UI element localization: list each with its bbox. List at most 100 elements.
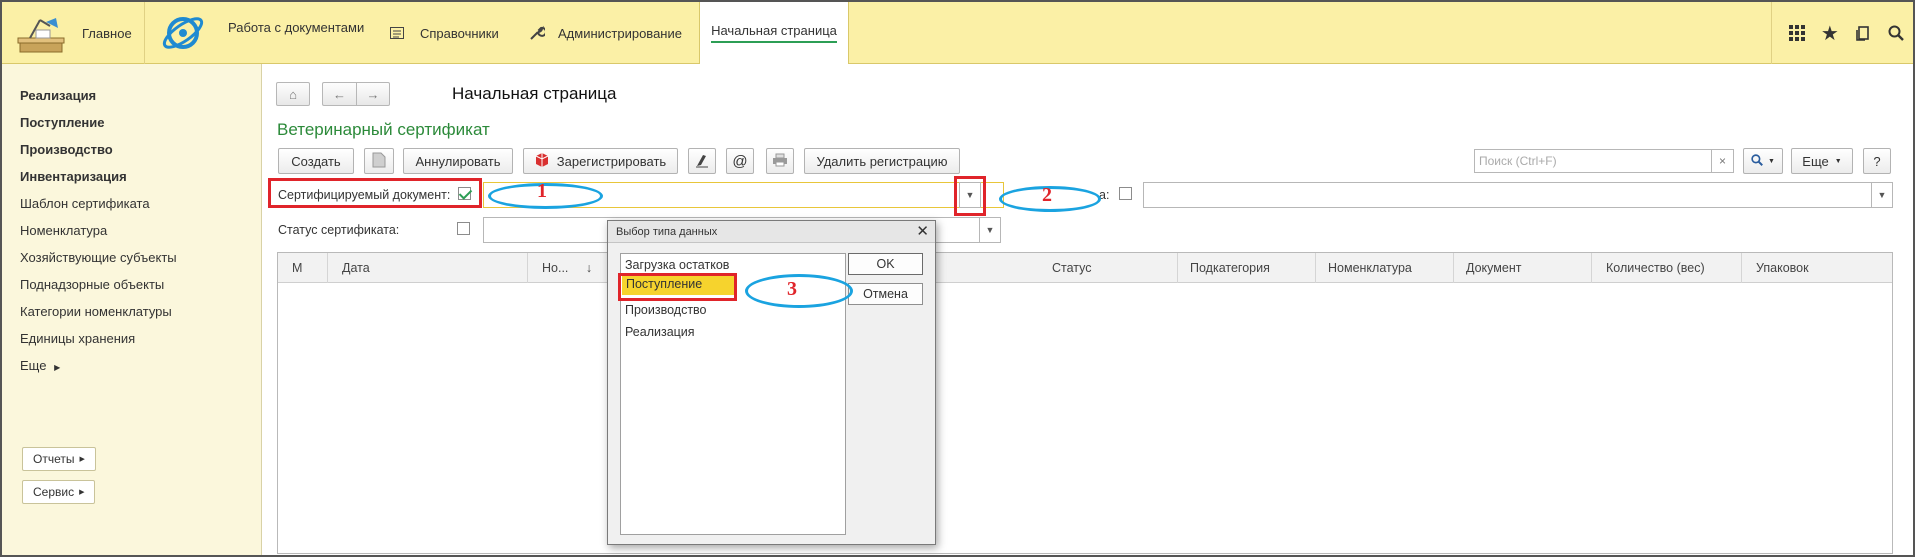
quill-icon bbox=[695, 152, 709, 171]
status-label: Статус сертификата: bbox=[278, 223, 400, 237]
section-admin[interactable]: Администрирование bbox=[529, 2, 682, 64]
copy-button[interactable] bbox=[364, 148, 394, 174]
sidebar-item-more[interactable]: Еще ▶ bbox=[20, 358, 60, 373]
column-header-nomenclature[interactable]: Номенклатура bbox=[1314, 253, 1454, 283]
sidebar-item-receipts[interactable]: Поступление bbox=[20, 115, 105, 130]
chevron-down-icon: ▼ bbox=[1768, 157, 1775, 165]
column-header-packages[interactable]: Упаковок bbox=[1742, 253, 1892, 283]
tab-start-page[interactable]: Начальная страница bbox=[699, 2, 849, 64]
search-options-button[interactable]: ▼ bbox=[1743, 148, 1783, 174]
sidebar-item-storage-units[interactable]: Единицы хранения bbox=[20, 331, 135, 346]
sidebar-item-inventory[interactable]: Инвентаризация bbox=[20, 169, 127, 184]
back-button[interactable]: ← bbox=[322, 82, 356, 106]
sidebar-item-business-entities[interactable]: Хозяйствующие субъекты bbox=[20, 250, 177, 265]
service-button[interactable]: Сервис ▶ bbox=[22, 480, 96, 504]
section-references-label: Справочники bbox=[420, 25, 499, 41]
chevron-down-icon: ▼ bbox=[1877, 190, 1887, 200]
list-icon bbox=[390, 26, 404, 40]
sidebar: Реализация Поступление Производство Инве… bbox=[2, 64, 262, 555]
sidebar-item-more-label: Еще bbox=[20, 358, 47, 373]
grid-menu-icon[interactable] bbox=[1780, 2, 1813, 64]
section-admin-label: Администрирование bbox=[558, 25, 682, 41]
reports-button-label: Отчеты bbox=[33, 452, 75, 466]
column-header-mark[interactable]: М bbox=[278, 253, 328, 283]
section-documents[interactable]: Работа с документами bbox=[158, 2, 364, 64]
triangle-right-icon: ▶ bbox=[79, 489, 85, 496]
column-header-quantity[interactable]: Количество (вес) bbox=[1592, 253, 1742, 283]
forward-button[interactable]: → bbox=[356, 82, 390, 106]
printer-icon bbox=[772, 153, 788, 170]
column-header-status[interactable]: Статус bbox=[1038, 253, 1178, 283]
star-icon[interactable]: ★ bbox=[1813, 2, 1846, 64]
status-dropdown-button[interactable]: ▼ bbox=[979, 217, 1001, 243]
status-checkbox[interactable] bbox=[457, 222, 470, 235]
list-item-production[interactable]: Производство bbox=[625, 303, 707, 317]
second-filter-dropdown-button[interactable]: ▼ bbox=[1871, 182, 1893, 208]
sidebar-item-sales[interactable]: Реализация bbox=[20, 88, 96, 103]
register-button-label: Зарегистрировать bbox=[556, 153, 667, 169]
divider bbox=[144, 2, 145, 64]
chevron-down-icon: ▼ bbox=[1834, 157, 1842, 165]
annotation-box-receipt bbox=[618, 273, 737, 301]
section-home[interactable]: Главное bbox=[16, 2, 132, 64]
arrow-right-icon: → bbox=[366, 86, 380, 102]
close-icon[interactable]: ✕ bbox=[916, 221, 929, 243]
sign-button[interactable] bbox=[688, 148, 716, 174]
column-header-number[interactable]: Но... ↓ bbox=[528, 253, 608, 283]
more-button[interactable]: Еще ▼ bbox=[1791, 148, 1853, 174]
triangle-right-icon: ▶ bbox=[79, 456, 85, 463]
at-sign-icon: @ bbox=[732, 152, 748, 170]
certificates-table[interactable]: М Дата Но... ↓ Статус Подкатегория Номен… bbox=[277, 252, 1893, 554]
sidebar-item-nomenclature-categories[interactable]: Категории номенклатуры bbox=[20, 304, 172, 319]
data-type-dialog: Выбор типа данных ✕ Загрузка остатков По… bbox=[607, 220, 936, 545]
home-button[interactable]: ⌂ bbox=[276, 82, 310, 106]
column-header-number-label: Но... bbox=[542, 261, 569, 275]
help-button[interactable]: ? bbox=[1863, 148, 1891, 174]
home-icon: ⌂ bbox=[289, 86, 297, 102]
print-button[interactable] bbox=[766, 148, 794, 174]
section-documents-label: Работа с документами bbox=[228, 19, 365, 35]
annotation-number-3: 3 bbox=[787, 278, 797, 300]
second-filter-checkbox[interactable] bbox=[1119, 187, 1132, 200]
column-header-subcategory[interactable]: Подкатегория bbox=[1176, 253, 1316, 283]
sidebar-item-production[interactable]: Производство bbox=[20, 142, 113, 157]
search-input[interactable]: Поиск (Ctrl+F) bbox=[1474, 149, 1712, 173]
arrow-left-icon: ← bbox=[333, 86, 346, 102]
annotation-number-2: 2 bbox=[1042, 184, 1052, 206]
list-item-initial-balances[interactable]: Загрузка остатков bbox=[625, 258, 729, 272]
sidebar-item-cert-template[interactable]: Шаблон сертификата bbox=[20, 196, 150, 211]
page-title: Начальная страница bbox=[452, 84, 617, 103]
section-home-label: Главное bbox=[82, 25, 132, 41]
topbar-tools: ★ bbox=[1771, 2, 1913, 64]
search-icon[interactable] bbox=[1880, 2, 1913, 64]
register-button[interactable]: Зарегистрировать bbox=[523, 148, 678, 174]
list-item-sales[interactable]: Реализация bbox=[625, 325, 695, 339]
annotation-ellipse-3 bbox=[745, 274, 853, 308]
annul-button[interactable]: Аннулировать bbox=[403, 148, 513, 174]
history-icon[interactable] bbox=[1847, 2, 1880, 64]
column-header-date[interactable]: Дата bbox=[328, 253, 528, 283]
search-clear-button[interactable]: × bbox=[1712, 149, 1734, 173]
email-button[interactable]: @ bbox=[726, 148, 754, 174]
section-references[interactable]: Справочники bbox=[390, 2, 499, 64]
delete-registration-button[interactable]: Удалить регистрацию bbox=[804, 148, 960, 174]
sidebar-item-supervised-objects[interactable]: Поднадзорные объекты bbox=[20, 277, 164, 292]
create-button[interactable]: Создать bbox=[278, 148, 354, 174]
sort-arrow-icon: ↓ bbox=[585, 261, 593, 275]
annotation-box-dropdown bbox=[954, 176, 986, 216]
second-filter-input[interactable] bbox=[1143, 182, 1873, 208]
dialog-title: Выбор типа данных bbox=[608, 221, 935, 243]
column-header-document[interactable]: Документ bbox=[1452, 253, 1592, 283]
tab-start-page-label: Начальная страница bbox=[711, 23, 837, 43]
orbit-logo-icon bbox=[158, 8, 208, 58]
triangle-right-icon: ▶ bbox=[54, 363, 61, 372]
sidebar-item-nomenclature[interactable]: Номенклатура bbox=[20, 223, 107, 238]
desk-lamp-icon bbox=[16, 8, 68, 58]
wrench-icon bbox=[529, 25, 545, 41]
cancel-button[interactable]: Отмена bbox=[848, 283, 923, 305]
reports-button[interactable]: Отчеты ▶ bbox=[22, 447, 96, 471]
annotation-number-1: 1 bbox=[537, 180, 547, 202]
table-header: М Дата Но... ↓ Статус Подкатегория Номен… bbox=[278, 253, 1892, 283]
more-button-label: Еще bbox=[1802, 153, 1829, 169]
ok-button[interactable]: OK bbox=[848, 253, 923, 275]
